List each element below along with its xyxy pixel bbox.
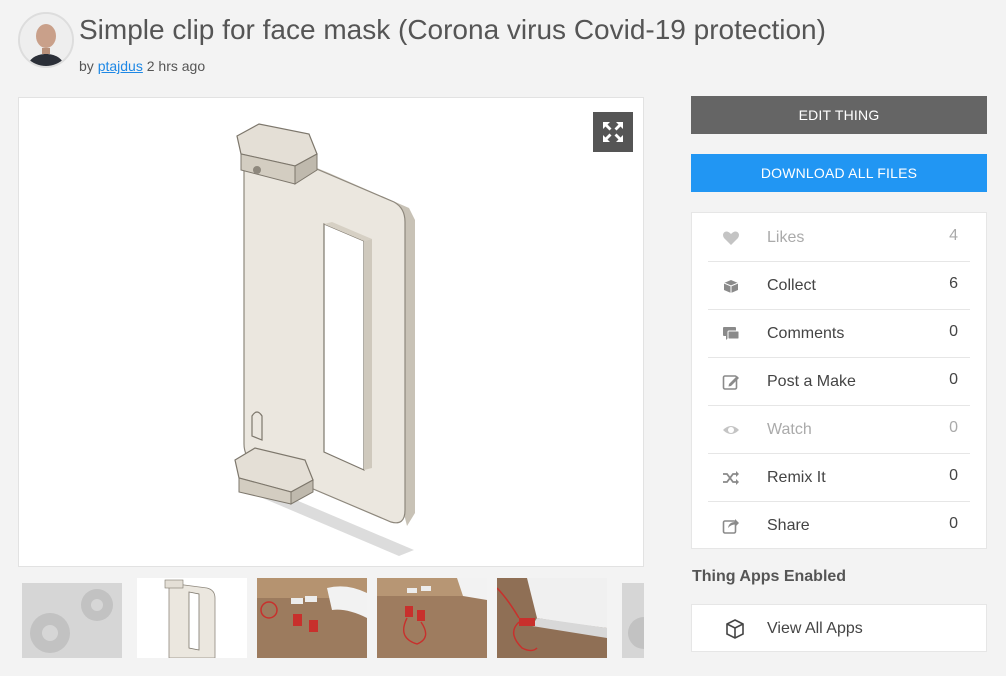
photo-mask-with-clip bbox=[497, 578, 607, 658]
stat-count: 0 bbox=[949, 419, 958, 436]
download-all-files-button[interactable]: DOWNLOAD ALL FILES bbox=[691, 154, 987, 192]
stat-post-a-make[interactable]: Post a Make 0 bbox=[708, 357, 970, 406]
main-image-viewer[interactable] bbox=[18, 97, 644, 567]
stat-count: 0 bbox=[949, 371, 958, 388]
thing-title: Simple clip for face mask (Corona virus … bbox=[79, 14, 826, 45]
author-avatar[interactable] bbox=[18, 12, 74, 68]
thing-header: Simple clip for face mask (Corona virus … bbox=[18, 12, 998, 74]
gears-icon bbox=[22, 583, 122, 658]
clip-render-image bbox=[234, 123, 415, 556]
stat-count: 4 bbox=[949, 227, 958, 244]
photo-clips-on-table bbox=[257, 578, 367, 658]
stat-share[interactable]: Share 0 bbox=[708, 501, 970, 549]
shuffle-icon bbox=[723, 471, 739, 485]
thumbnail-render[interactable] bbox=[137, 578, 247, 658]
thumbnail-photo-3[interactable] bbox=[497, 578, 607, 658]
stat-comments[interactable]: Comments 0 bbox=[708, 309, 970, 358]
stat-collect[interactable]: Collect 6 bbox=[708, 261, 970, 310]
collect-icon bbox=[723, 280, 739, 293]
thumbnail-strip bbox=[18, 578, 644, 658]
thumbnail-photo-1[interactable] bbox=[257, 578, 367, 658]
edit-pencil-icon bbox=[722, 375, 739, 390]
byline: by ptajdus 2 hrs ago bbox=[79, 58, 205, 74]
stat-likes[interactable]: Likes 4 bbox=[708, 213, 970, 262]
by-prefix: by bbox=[79, 58, 94, 74]
edit-thing-button[interactable]: EDIT THING bbox=[691, 96, 987, 134]
stat-watch[interactable]: Watch 0 bbox=[708, 405, 970, 454]
thumbnail-photo-2[interactable] bbox=[377, 578, 487, 658]
clip-render-thumbnail bbox=[137, 578, 247, 658]
eye-icon bbox=[723, 426, 739, 434]
cube-icon bbox=[726, 619, 744, 639]
stat-count: 0 bbox=[949, 323, 958, 340]
stat-label: Likes bbox=[767, 229, 805, 246]
thing-stats-panel: Likes 4 Collect 6 Comments 0 Post a Make… bbox=[691, 212, 987, 549]
comments-icon bbox=[723, 327, 740, 340]
photo-clips-with-elastic bbox=[377, 578, 487, 658]
share-icon bbox=[722, 519, 739, 534]
thing-apps-heading: Thing Apps Enabled bbox=[692, 568, 847, 585]
thumbnail-placeholder-partial[interactable] bbox=[622, 583, 644, 658]
author-link[interactable]: ptajdus bbox=[98, 58, 143, 74]
expand-icon bbox=[603, 122, 623, 142]
stat-label: Post a Make bbox=[767, 373, 856, 390]
stat-count: 0 bbox=[949, 467, 958, 484]
heart-icon bbox=[723, 231, 739, 245]
stat-remix-it[interactable]: Remix It 0 bbox=[708, 453, 970, 502]
view-all-apps-button[interactable]: View All Apps bbox=[691, 604, 987, 652]
stat-count: 6 bbox=[949, 275, 958, 292]
stat-label: Remix It bbox=[767, 469, 826, 486]
stat-label: Share bbox=[767, 517, 810, 534]
stat-label: Collect bbox=[767, 277, 816, 294]
stat-label: Watch bbox=[767, 421, 812, 438]
fullscreen-expand-button[interactable] bbox=[593, 112, 633, 152]
view-all-apps-label: View All Apps bbox=[767, 620, 863, 637]
gears-icon bbox=[622, 583, 644, 658]
thumbnail-placeholder[interactable] bbox=[22, 583, 122, 658]
posted-time: 2 hrs ago bbox=[146, 58, 206, 74]
stat-count: 0 bbox=[949, 515, 958, 532]
stat-label: Comments bbox=[767, 325, 845, 342]
